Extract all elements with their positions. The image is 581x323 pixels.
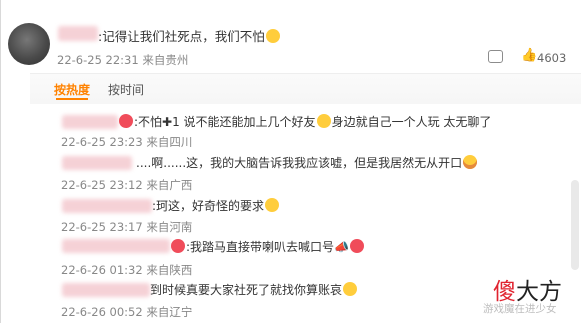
comment-text: :记得让我们社死点，我们不怕 xyxy=(98,26,281,45)
cat-emoji-icon xyxy=(343,282,358,296)
comment-meta: 22-6-25 22:31 来自贵州 xyxy=(57,53,189,67)
username-blurred[interactable] xyxy=(62,156,132,170)
reply-text: :珂这，好奇怪的要求 xyxy=(152,197,280,214)
like-icon[interactable]: 👍 xyxy=(521,48,537,63)
username-blurred[interactable] xyxy=(62,115,118,129)
reply-text: 到时候真要大家社死了就找你算账哀 xyxy=(150,281,358,298)
avatar[interactable] xyxy=(8,23,50,65)
reply-meta: 22-6-25 23:12 来自广西 xyxy=(61,178,193,192)
like-count: 4603 xyxy=(537,51,567,65)
username-blurred[interactable] xyxy=(62,199,152,213)
reply-meta: 22-6-26 01:32 来自陕西 xyxy=(61,263,193,277)
reply-meta: 22-6-26 00:52 来自辽宁 xyxy=(61,305,193,319)
megaphone-icon: 📣 xyxy=(334,240,349,254)
heart-face-icon xyxy=(171,239,185,253)
scrollbar[interactable] xyxy=(571,180,579,270)
blush-emoji-icon xyxy=(316,114,331,128)
reply-meta: 22-6-25 23:23 来自四川 xyxy=(61,135,193,149)
reply-text: :不怕✚1 说不能还能加上几个好友 身边就自己一个人玩 太无聊了 xyxy=(118,113,491,130)
heart-eyes-emoji-icon xyxy=(350,239,364,253)
heart-face-icon xyxy=(119,114,133,128)
laugh-cry-emoji-icon xyxy=(463,155,478,169)
reply-text: ....啊......这，我的大脑告诉我我应该嘘，但是我居然无从开口 xyxy=(136,154,478,171)
cat-emoji-icon xyxy=(265,29,280,43)
cat-emoji-icon xyxy=(265,198,280,212)
reply-text: :我踏马直接带喇叭去喊口号📣 xyxy=(170,238,365,255)
watermark-subtitle: 游戏魔在进少女 xyxy=(483,303,557,315)
tab-sort-hot[interactable]: 按热度 xyxy=(54,81,90,98)
reply-meta: 22-6-25 23:17 来自河南 xyxy=(61,220,193,234)
username-blurred[interactable] xyxy=(58,26,98,41)
active-tab-indicator xyxy=(56,98,88,100)
reply-icon[interactable] xyxy=(488,50,503,63)
username-blurred[interactable] xyxy=(62,239,170,253)
plus-icon: ✚ xyxy=(162,115,173,129)
username-blurred[interactable] xyxy=(62,283,150,297)
tab-sort-time[interactable]: 按时间 xyxy=(108,81,144,98)
